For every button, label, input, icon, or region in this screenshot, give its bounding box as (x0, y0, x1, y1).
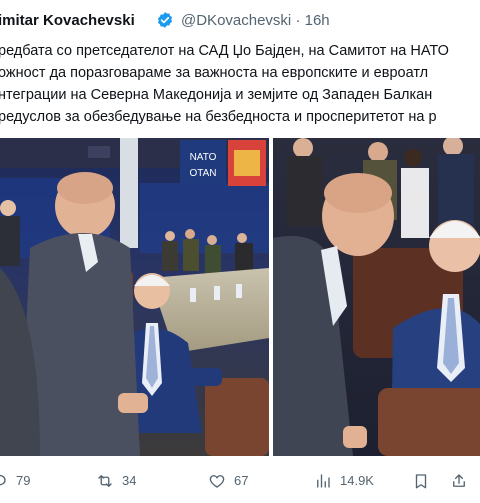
repost-button[interactable]: 34 (96, 470, 136, 492)
otan-sign-text: OTAN (189, 168, 216, 179)
post-time[interactable]: 16h (305, 12, 330, 29)
verified-badge-icon (157, 12, 173, 28)
tweet-header: imitar Kovachevski @DKovachevski · 16h (0, 8, 480, 34)
nato-sign-text: NATO (190, 152, 217, 163)
author-handle[interactable]: @DKovachevski (181, 12, 291, 29)
analytics-icon (317, 474, 330, 488)
handle-time: @DKovachevski · 16h (181, 12, 330, 29)
photo-right-illustration (273, 138, 480, 456)
separator-dot: · (295, 12, 301, 29)
tweet-media: NATO OTAN (0, 138, 480, 456)
photo-right[interactable] (273, 138, 480, 456)
tweet-text-line: нтеграции на Северна Македонија и земјит… (0, 87, 433, 103)
reply-icon (0, 474, 6, 486)
bookmark-icon (415, 474, 427, 489)
photo-left[interactable]: NATO OTAN (0, 138, 269, 456)
bookmark-button[interactable] (412, 470, 438, 492)
repost-count: 34 (122, 473, 137, 488)
share-button[interactable] (450, 470, 476, 492)
views-count: 14.9K (340, 473, 374, 488)
reply-button[interactable]: 79 (0, 470, 30, 492)
share-icon (453, 474, 465, 487)
reply-count: 79 (16, 473, 31, 488)
tweet-text-line: ожност да поразговараме за важноста на е… (0, 65, 429, 81)
repost-icon (98, 475, 112, 487)
heart-icon (209, 475, 225, 488)
photo-left-illustration: NATO OTAN (0, 138, 269, 456)
like-count: 67 (234, 473, 249, 488)
like-button[interactable]: 67 (208, 470, 248, 492)
author-name[interactable]: imitar Kovachevski (0, 12, 135, 29)
tweet-text: редбата со претседателот на САД Џо Бајде… (0, 40, 480, 128)
views-button[interactable]: 14.9K (314, 470, 374, 492)
tweet-text-line: редбата со претседателот на САД Џо Бајде… (0, 43, 449, 59)
tweet-text-line: редуслов за обезбедување на безбедноста … (0, 109, 437, 125)
tweet-actions: 79 34 67 14.9K (0, 470, 480, 494)
